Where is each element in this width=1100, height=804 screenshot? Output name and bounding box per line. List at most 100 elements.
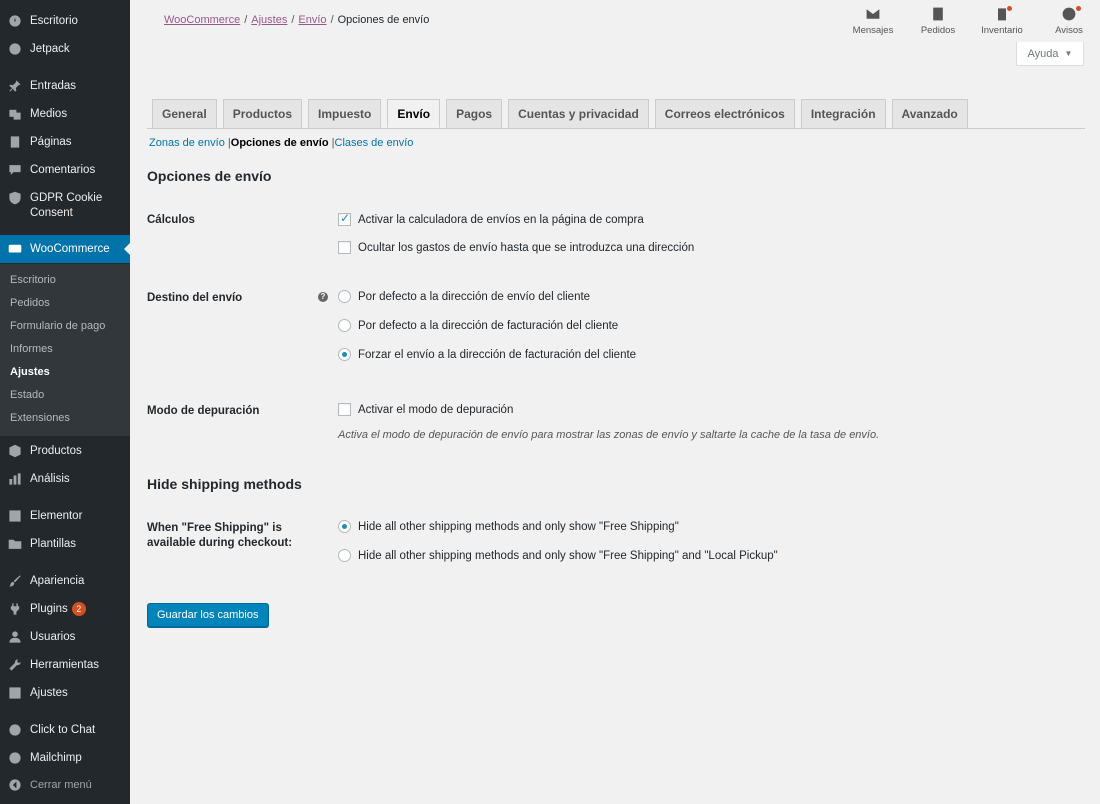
menu-item-ajustes[interactable]: Ajustes [0, 686, 130, 701]
option-destination-shipping-address[interactable]: Por defecto a la dirección de envío del … [338, 290, 590, 303]
help-button[interactable]: Ayuda ▼ [1016, 42, 1084, 66]
elementor-icon [8, 509, 22, 523]
checkbox-hide-costs[interactable] [338, 241, 351, 254]
folder-icon [8, 537, 22, 551]
option-destination-billing-address[interactable]: Por defecto a la dirección de facturació… [338, 319, 618, 332]
option-debug-mode[interactable]: Activar el modo de depuración [338, 403, 513, 416]
menu-item-click-to-chat[interactable]: Click to Chat [0, 723, 130, 738]
menu-item-plantillas[interactable]: Plantillas [0, 537, 130, 552]
menu-label: Click to Chat [30, 724, 96, 736]
option-label: Por defecto a la dirección de envío del … [358, 290, 591, 303]
menu-label: Ajustes [30, 687, 68, 699]
topbar-label: Pedidos [920, 25, 956, 36]
breadcrumb-link-envio[interactable]: Envío [298, 14, 326, 26]
menu-label: Comentarios [30, 164, 96, 176]
breadcrumb-link-ajustes[interactable]: Ajustes [251, 14, 287, 26]
option-destination-force-billing[interactable]: Forzar el envío a la dirección de factur… [338, 348, 636, 361]
topbar-inventario[interactable]: Inventario [976, 6, 1028, 36]
help-tip-icon[interactable]: ? [318, 292, 328, 302]
woocommerce-icon [8, 242, 22, 256]
topbar-label: Avisos [1055, 25, 1083, 36]
tab-general[interactable]: General [152, 99, 217, 128]
option-label: Activar el modo de depuración [358, 403, 514, 416]
radio-force-billing[interactable] [338, 348, 351, 361]
tab-impuesto[interactable]: Impuesto [308, 99, 382, 128]
label-calculos: Cálculos [147, 214, 195, 226]
notification-dot [1007, 6, 1012, 11]
menu-item-medios[interactable]: Medios [0, 107, 130, 122]
menu-item-usuarios[interactable]: Usuarios [0, 630, 130, 645]
update-count-badge: 2 [71, 602, 86, 616]
option-label: Forzar el envío a la dirección de factur… [358, 348, 637, 361]
breadcrumb-separator: / [244, 14, 248, 26]
tab-envio[interactable]: Envío [387, 99, 441, 128]
save-changes-button[interactable]: Guardar los cambios [147, 603, 269, 627]
menu-item-comentarios[interactable]: Comentarios [0, 163, 130, 178]
pin-icon [8, 79, 22, 93]
option-enable-shipping-calculator[interactable]: Activar la calculadora de envíos en la p… [338, 211, 644, 226]
breadcrumb: WooCommerce / Ajustes / Envío / Opciones de en… [164, 14, 429, 26]
tab-cuentas-y-privacidad[interactable]: Cuentas y privacidad [508, 99, 649, 128]
submenu-item-escritorio[interactable]: Escritorio [10, 274, 56, 286]
section-title-hide-shipping-methods: Hide shipping methods [147, 476, 302, 492]
tab-correos-electronicos[interactable]: Correos electrónicos [654, 99, 795, 128]
topbar-mensajes[interactable]: Mensajes [847, 6, 899, 36]
menu-label: Plantillas [30, 538, 77, 550]
submenu-item-estado[interactable]: Estado [10, 389, 44, 401]
chevron-down-icon: ▼ [1064, 49, 1073, 58]
checkbox-enable-calculator[interactable] [338, 211, 351, 226]
submenu-item-formulario-de-pago[interactable]: Formulario de pago [10, 320, 105, 332]
tab-pagos[interactable]: Pagos [446, 99, 503, 128]
debug-description: Activa el modo de depuración de envío pa… [338, 429, 880, 441]
menu-item-entradas[interactable]: Entradas [0, 79, 130, 94]
menu-label: Jetpack [30, 43, 70, 55]
option-hide-show-free-shipping[interactable]: Hide all other shipping methods and only… [338, 520, 679, 533]
submenu-item-ajustes[interactable]: Ajustes [10, 366, 50, 378]
option-label: Hide all other shipping methods and only… [358, 520, 679, 533]
menu-item-analisis[interactable]: Análisis [0, 472, 130, 487]
menu-item-plugins[interactable]: Plugins 2 [0, 602, 130, 617]
breadcrumb-link-woocommerce[interactable]: WooCommerce [164, 14, 240, 26]
menu-item-elementor[interactable]: Elementor [0, 509, 130, 524]
tab-avanzado[interactable]: Avanzado [891, 99, 968, 128]
radio-only-free-shipping[interactable] [338, 520, 351, 533]
topbar-pedidos[interactable]: Pedidos [912, 6, 964, 36]
box-icon [8, 444, 22, 458]
submenu-item-informes[interactable]: Informes [10, 343, 53, 355]
radio-shipping-address[interactable] [338, 290, 351, 303]
collapse-menu-button[interactable]: Cerrar menú [0, 778, 130, 793]
menu-item-paginas[interactable]: Páginas [0, 135, 130, 150]
plugin-icon [8, 602, 22, 616]
menu-item-herramientas[interactable]: Herramientas [0, 658, 130, 673]
orders-icon [933, 7, 943, 21]
menu-item-productos[interactable]: Productos [0, 444, 130, 459]
menu-item-mailchimp[interactable]: Mailchimp [0, 751, 130, 766]
option-hide-shipping-costs[interactable]: Ocultar los gastos de envío hasta que se… [338, 241, 694, 254]
radio-free-shipping-local-pickup[interactable] [338, 549, 351, 562]
menu-item-apariencia[interactable]: Apariencia [0, 574, 130, 589]
subnav-zonas-de-envio[interactable]: Zonas de envío [149, 137, 225, 149]
topbar-avisos[interactable]: Avisos [1043, 6, 1095, 36]
breadcrumb-separator: / [330, 14, 334, 26]
menu-item-woocommerce[interactable]: WooCommerce [0, 235, 130, 263]
menu-item-gdpr-cookie-consent[interactable]: GDPR Cookie Consent [0, 191, 120, 221]
submenu-item-pedidos[interactable]: Pedidos [10, 297, 50, 309]
admin-sidebar: Escritorio Jetpack Entradas Medios Págin… [0, 0, 130, 804]
submenu-item-extensiones[interactable]: Extensiones [10, 412, 70, 424]
subnav-opciones-de-envio[interactable]: Opciones de envío [231, 137, 329, 149]
media-icon [8, 107, 22, 121]
menu-item-jetpack[interactable]: Jetpack [0, 42, 130, 57]
woocommerce-submenu: Escritorio Pedidos Formulario de pago In… [0, 264, 130, 436]
radio-billing-address[interactable] [338, 319, 351, 332]
option-hide-show-free-shipping-local-pickup[interactable]: Hide all other shipping methods and only… [338, 549, 778, 562]
brush-icon [8, 574, 22, 588]
collapse-icon [8, 778, 22, 792]
subnav-clases-de-envio[interactable]: Clases de envío [335, 137, 414, 149]
settings-icon [8, 686, 22, 700]
checkbox-debug-mode[interactable] [338, 403, 351, 416]
menu-item-escritorio[interactable]: Escritorio [0, 14, 130, 29]
menu-label: Medios [30, 108, 68, 120]
tab-integracion[interactable]: Integración [800, 99, 886, 128]
tab-productos[interactable]: Productos [222, 99, 303, 128]
menu-label: Mailchimp [30, 752, 82, 764]
